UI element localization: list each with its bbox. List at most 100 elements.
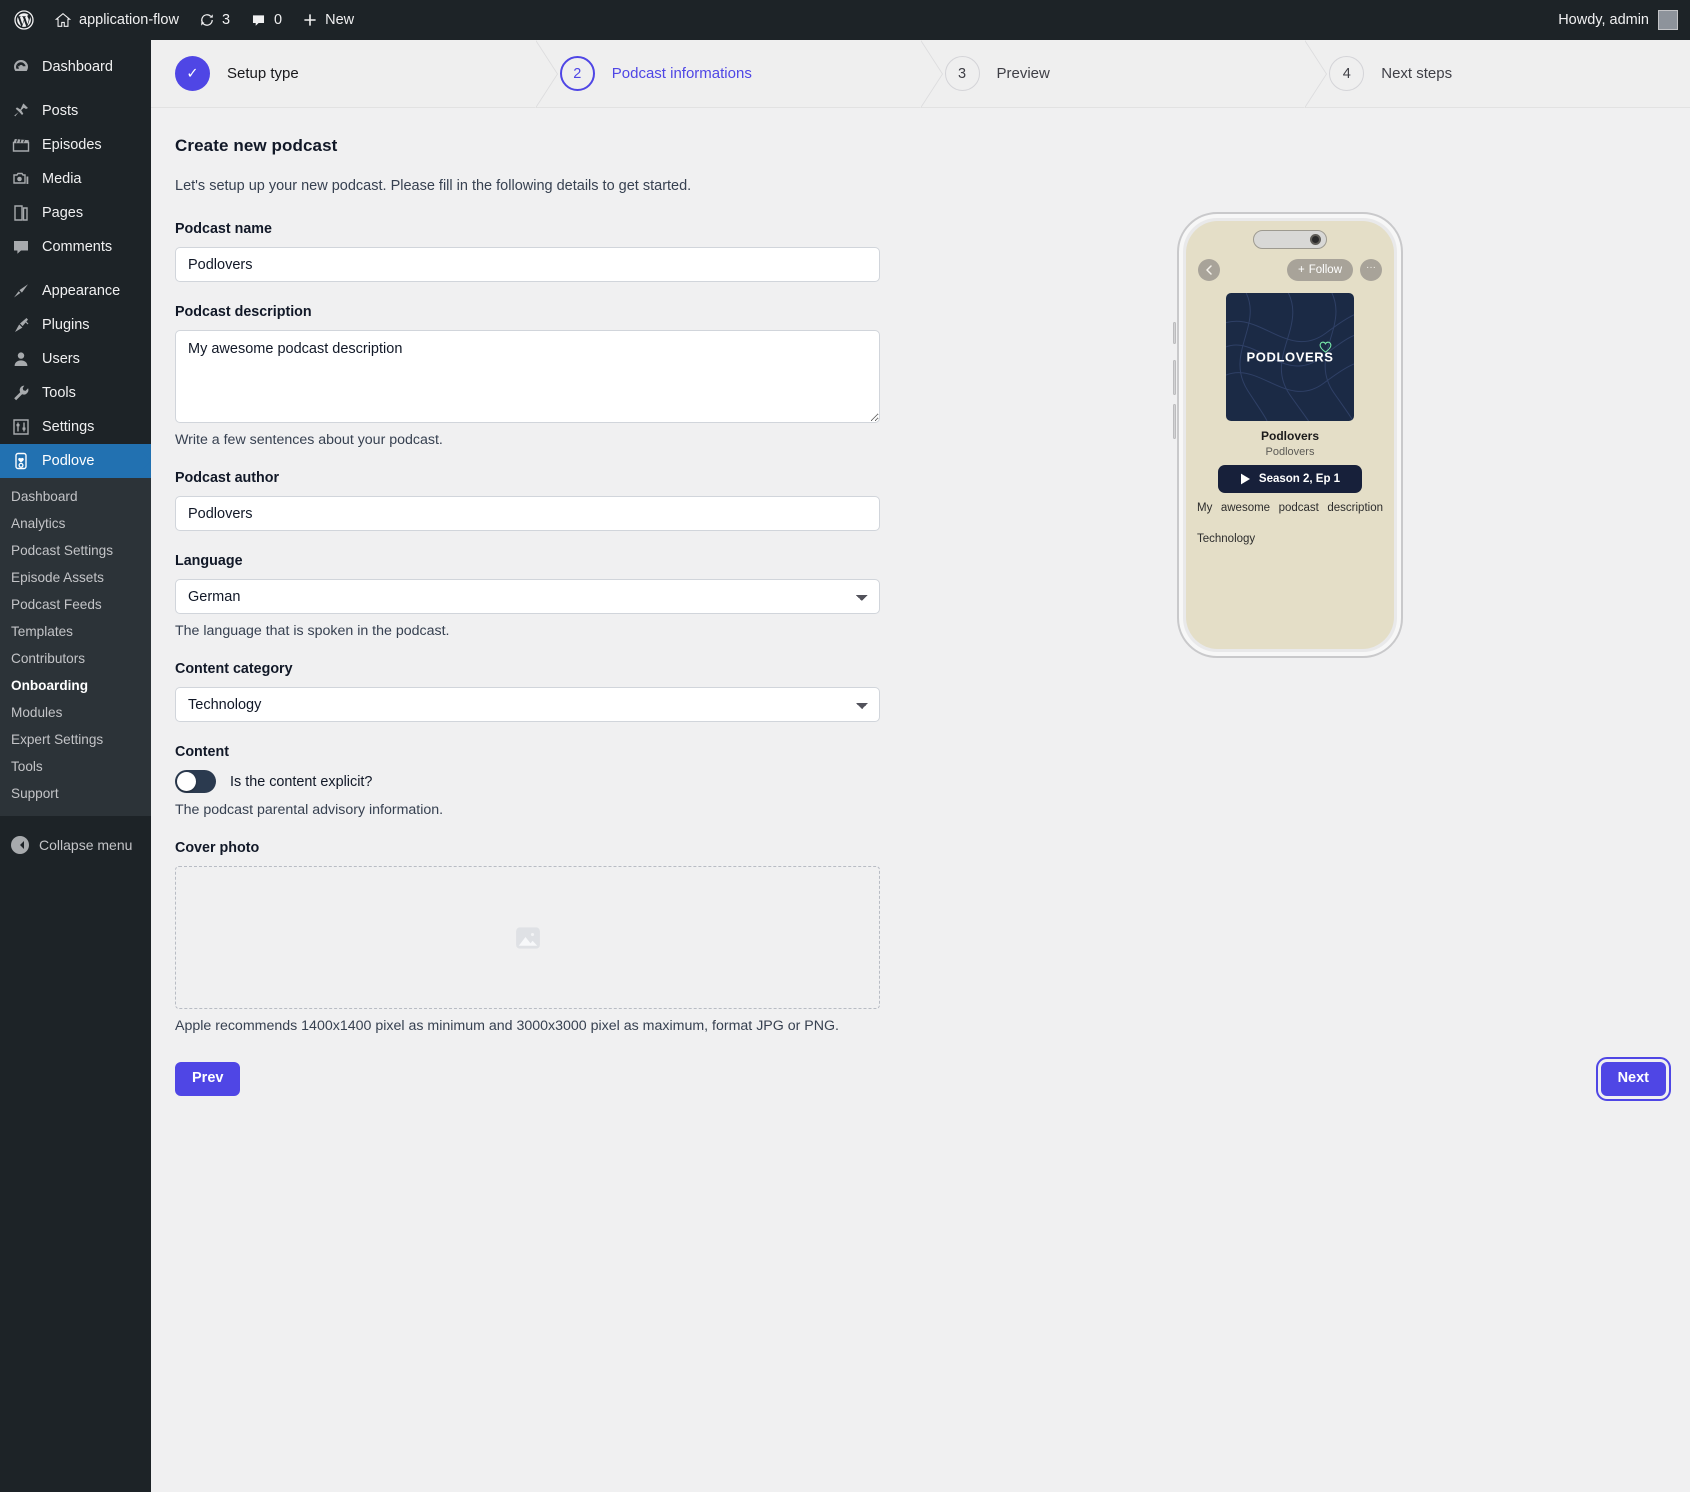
howdy-label: Howdy, admin [1558, 12, 1649, 28]
sidebar-item-media[interactable]: Media [0, 162, 151, 196]
sidebar-item-label: Media [42, 170, 82, 187]
step-label-3: Preview [996, 65, 1050, 82]
comments-menu[interactable]: 0 [240, 0, 292, 40]
preview-podcast-author: Podlovers [1265, 446, 1315, 458]
sidebar-item-label: Appearance [42, 282, 121, 299]
dynamic-island [1253, 230, 1327, 249]
submenu-item-templates[interactable]: Templates [0, 618, 151, 645]
updates-count: 3 [221, 12, 231, 28]
wp-admin-bar: application-flow 3 0 New Howdy, admin [0, 0, 1690, 40]
plug-icon [15, 318, 29, 332]
cover-photo-dropzone[interactable] [175, 866, 880, 1009]
prev-button[interactable]: Prev [175, 1062, 241, 1096]
follow-label: Follow [1308, 264, 1342, 276]
sidebar-item-podlove[interactable]: Podlove [0, 444, 151, 478]
sidebar-item-label: Pages [42, 204, 84, 221]
content-category-select[interactable]: Technology [175, 687, 880, 722]
phone-mute-switch [1173, 322, 1176, 344]
podcast-cover-art: PODLOVERS [1226, 293, 1354, 421]
language-select[interactable]: German [175, 579, 880, 614]
sidebar-item-appearance[interactable]: Appearance [0, 274, 151, 308]
heart-outline-icon [1319, 341, 1332, 356]
podlove-icon [15, 452, 27, 470]
sidebar-item-episodes[interactable]: Episodes [0, 128, 151, 162]
plus-icon [304, 14, 316, 26]
step-label-4: Next steps [1381, 65, 1453, 82]
preview-podcast-category: Technology [1197, 533, 1256, 545]
content-category-label: Content category [175, 661, 293, 677]
sidebar-item-plugins[interactable]: Plugins [0, 308, 151, 342]
explicit-toggle-label: Is the content explicit? [230, 773, 373, 790]
cover-wordmark: PODLOVERS [1246, 349, 1334, 365]
content-label: Content [175, 744, 229, 760]
more-options-button[interactable]: ··· [1360, 259, 1382, 281]
front-camera-icon [1310, 234, 1321, 245]
sidebar-item-tools[interactable]: Tools [0, 376, 151, 410]
podcast-name-label: Podcast name [175, 221, 272, 237]
main-content: ✓ Setup type 2 Podcast informations 3 Pr… [151, 40, 1690, 1492]
submenu-item-expert-settings[interactable]: Expert Settings [0, 726, 151, 753]
phone-volume-down-button [1173, 404, 1176, 439]
submenu-item-contributors[interactable]: Contributors [0, 645, 151, 672]
podcast-description-textarea[interactable]: My awesome podcast description [175, 330, 880, 423]
sidebar-item-pages[interactable]: Pages [0, 196, 151, 230]
sidebar-item-users[interactable]: Users [0, 342, 151, 376]
step-badge-4: 4 [1329, 56, 1365, 91]
comment-bubble-icon [253, 14, 265, 26]
submenu-item-onboarding[interactable]: Onboarding [0, 672, 151, 699]
avatar [1658, 10, 1678, 30]
phone-volume-up-button [1173, 360, 1176, 395]
step-label-2: Podcast informations [611, 65, 752, 82]
submenu-item-dashboard[interactable]: Dashboard [0, 483, 151, 510]
podcast-author-input[interactable] [175, 496, 880, 531]
step-label-1: Setup type [227, 65, 299, 82]
language-hint: The language that is spoken in the podca… [175, 623, 450, 639]
submenu-item-tools[interactable]: Tools [0, 753, 151, 780]
play-icon [1240, 473, 1250, 485]
admin-bar-account[interactable]: Howdy, admin [1558, 10, 1690, 30]
follow-button[interactable]: + Follow [1287, 259, 1353, 281]
updates-menu[interactable]: 3 [189, 0, 240, 40]
next-button[interactable]: Next [1595, 1057, 1672, 1101]
new-label: New [325, 12, 355, 28]
submenu-item-podcast-feeds[interactable]: Podcast Feeds [0, 591, 151, 618]
submenu-item-modules[interactable]: Modules [0, 699, 151, 726]
wp-logo-menu[interactable] [0, 0, 44, 40]
heart-icon-glyph [1319, 341, 1332, 353]
site-name-menu[interactable]: application-flow [44, 0, 189, 40]
podcast-name-input[interactable] [175, 247, 880, 282]
new-content-menu[interactable]: New [292, 0, 364, 40]
preview-play-episode-button[interactable]: Season 2, Ep 1 [1218, 465, 1362, 493]
sidebar-item-dashboard[interactable]: Dashboard [0, 50, 151, 84]
clapperboard-icon [12, 139, 30, 152]
updates-icon [201, 14, 213, 26]
step-next-steps[interactable]: 4 Next steps [1304, 40, 1690, 108]
sidebar-item-label: Podlove [42, 452, 95, 469]
onboarding-stepper: ✓ Setup type 2 Podcast informations 3 Pr… [151, 40, 1690, 108]
step-podcast-informations[interactable]: 2 Podcast informations [534, 40, 921, 108]
cover-photo-label: Cover photo [175, 840, 260, 856]
sidebar-item-posts[interactable]: Posts [0, 94, 151, 128]
sidebar-item-comments[interactable]: Comments [0, 230, 151, 264]
collapse-menu-button[interactable]: Collapse menu [0, 828, 151, 862]
field-content-explicit: Content Is the content explicit? The pod… [175, 744, 880, 818]
step-setup-type[interactable]: ✓ Setup type [151, 40, 536, 107]
explicit-toggle[interactable] [175, 770, 216, 793]
explicit-toggle-knob [177, 772, 196, 791]
preview-podcast-description: My awesome podcast description [1197, 502, 1383, 514]
submenu-item-podcast-settings[interactable]: Podcast Settings [0, 537, 151, 564]
paintbrush-icon [14, 284, 28, 298]
page-title: Create new podcast [175, 136, 338, 155]
back-button[interactable] [1198, 259, 1220, 281]
cover-photo-hint: Apple recommends 1400x1400 pixel as mini… [175, 1018, 839, 1034]
wizard-button-row: Prev Next [175, 1057, 1672, 1101]
wrench-icon [14, 385, 29, 401]
podlove-submenu: Dashboard Analytics Podcast Settings Epi… [0, 478, 151, 816]
explicit-hint: The podcast parental advisory informatio… [175, 802, 444, 818]
step-preview[interactable]: 3 Preview [919, 40, 1306, 108]
submenu-item-episode-assets[interactable]: Episode Assets [0, 564, 151, 591]
submenu-item-analytics[interactable]: Analytics [0, 510, 151, 537]
submenu-item-support[interactable]: Support [0, 780, 151, 807]
comments-count: 0 [274, 12, 283, 28]
sidebar-item-settings[interactable]: Settings [0, 410, 151, 444]
